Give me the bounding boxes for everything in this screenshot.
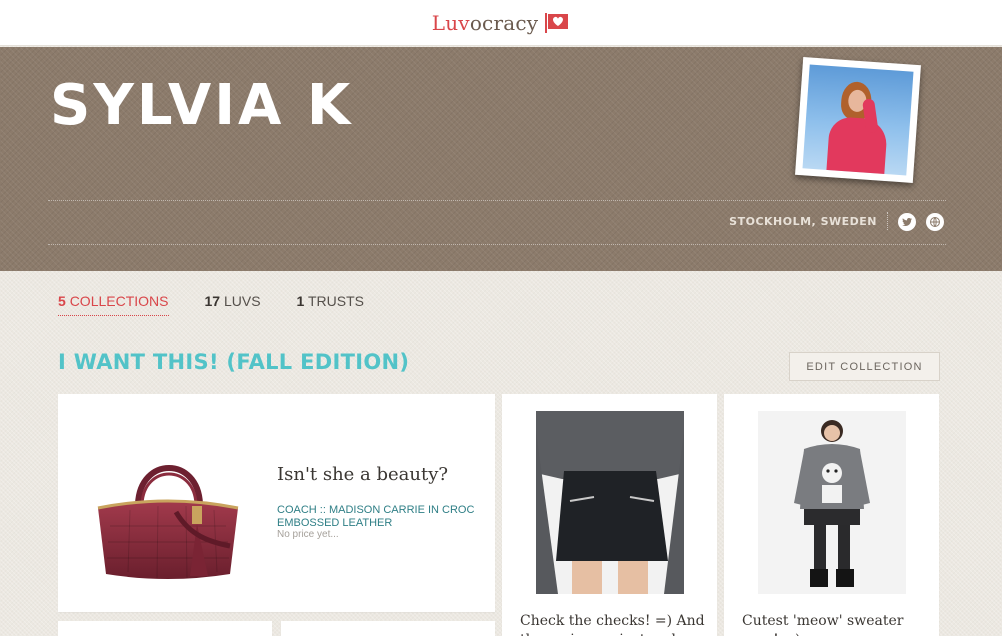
handbag-image xyxy=(97,465,239,579)
tab-collections[interactable]: 5 COLLECTIONS xyxy=(58,293,169,316)
sweater-image xyxy=(758,411,906,594)
collection-item-card[interactable] xyxy=(58,621,272,636)
top-bar: Luvocracy xyxy=(0,0,1002,46)
collection-item-card[interactable]: Cutest 'meow' sweater ever! =) xyxy=(724,394,939,636)
skirt-image xyxy=(536,411,684,594)
luvocracy-logo[interactable]: Luvocracy xyxy=(432,11,571,35)
profile-header: SYLVIA K STOCKHOLM, SWEDEN xyxy=(0,47,1002,271)
divider xyxy=(48,244,946,245)
profile-stats-tabs: 5 COLLECTIONS 17 LUVS 1 TRUSTS xyxy=(58,293,364,316)
product-price: No price yet... xyxy=(277,529,339,540)
profile-avatar[interactable] xyxy=(795,57,921,183)
logo-flag-heart-icon xyxy=(545,12,569,33)
edit-collection-button[interactable]: EDIT COLLECTION xyxy=(789,352,940,381)
profile-location: STOCKHOLM, SWEDEN xyxy=(729,215,877,228)
divider xyxy=(48,200,946,201)
collection-item-card[interactable] xyxy=(281,621,495,636)
item-caption: Cutest 'meow' sweater ever! =) xyxy=(742,613,904,636)
item-caption: Check the checks! =) And these zippers j… xyxy=(520,613,705,636)
avatar-photo xyxy=(802,64,914,176)
product-name-link[interactable]: COACH :: MADISON CARRIE IN CROC EMBOSSED… xyxy=(277,504,477,530)
twitter-icon[interactable] xyxy=(898,213,916,231)
collection-item-card[interactable]: Isn't she a beauty? COACH :: MADISON CAR… xyxy=(58,394,495,612)
divider xyxy=(887,212,888,230)
tab-trusts[interactable]: 1 TRUSTS xyxy=(297,293,364,316)
globe-icon[interactable] xyxy=(926,213,944,231)
item-caption: Isn't she a beauty? xyxy=(277,464,449,485)
tab-luvs[interactable]: 17 LUVS xyxy=(205,293,261,316)
collection-title[interactable]: I WANT THIS! (FALL EDITION) xyxy=(58,350,409,374)
collection-item-card[interactable]: Check the checks! =) And these zippers j… xyxy=(502,394,717,636)
logo-text: Luvocracy xyxy=(431,10,539,35)
profile-name: SYLVIA K xyxy=(50,73,354,138)
